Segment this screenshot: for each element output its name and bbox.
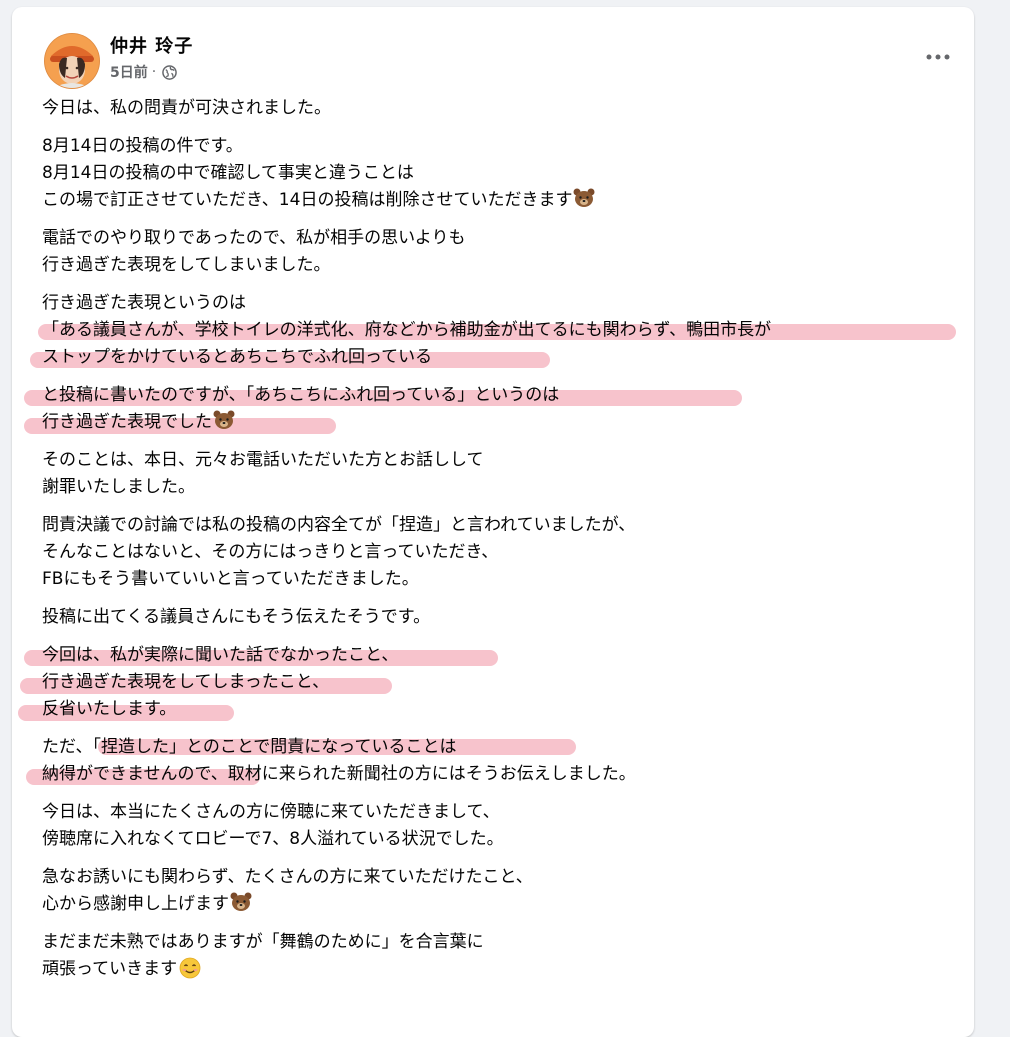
text-line: 8月14日の投稿の中で確認して事実と違うことは [42,163,414,183]
text-line: 今日は、本当にたくさんの方に傍聴に来ていただきまして、 [42,802,500,822]
text-line: 行き過ぎた表現でした [42,409,972,436]
paragraph: と投稿に書いたのですが、「あちこちにふれ回っている」というのは 行き過ぎた表現で… [24,382,972,436]
text-line: ストップをかけているとあちこちでふれ回っている [42,347,433,367]
text-line: そんなことはないと、その方にはっきりと言っていただき、 [42,542,499,562]
text-line: 傍聴席に入れなくてロビーで7、8人溢れている状況でした。 [42,829,504,849]
text-line: FBにもそう書いていいと言っていただきました。 [42,569,419,589]
text-line: まだまだ未熟ではありますが「舞鶴のために」を合言葉に [42,932,484,952]
paragraph: 今日は、私の問責が可決されました。 [42,95,972,122]
text-line: 8月14日の投稿の件です。 [42,136,243,156]
text-line: 反省いたします。 [42,699,177,719]
text-line: 今回は、私が実際に聞いた話でなかったこと、 [42,645,399,665]
post-meta: 5日前 · [110,62,178,82]
text-line: 頑張っていきます [42,956,972,983]
paragraph: 問責決議での討論では私の投稿の内容全てが「捏造」と言われていましたが、 そんなこ… [42,512,972,593]
text-line: この場で訂正させていただき、14日の投稿は削除させていただきます [42,187,972,214]
text-line: 行き過ぎた表現というのは [42,293,246,313]
paragraph: 投稿に出てくる議員さんにもそう伝えたそうです。 [42,604,972,631]
text-line: 電話でのやり取りであったので、私が相手の思いよりも [42,228,466,248]
bear-face-emoji [213,410,235,430]
author-name[interactable]: 仲井 玲子 [110,32,193,58]
text-line-content: 心から感謝申し上げます [42,894,229,914]
paragraph: 今回は、私が実際に聞いた話でなかったこと、 行き過ぎた表現をしてしまったこと、 … [18,642,972,723]
text-line: 行き過ぎた表現をしてしまいました。 [42,255,331,275]
more-options-icon[interactable] [918,39,958,75]
text-line-content: 頑張っていきます [42,959,178,979]
post-body: 今日は、私の問責が可決されました。 8月14日の投稿の件です。 8月14日の投稿… [18,95,972,994]
paragraph: 8月14日の投稿の件です。 8月14日の投稿の中で確認して事実と違うことは この… [42,133,972,214]
post-time[interactable]: 5日前 [110,62,148,82]
text-line: 行き過ぎた表現をしてしまったこと、 [42,672,330,692]
text-line: 問責決議での討論では私の投稿の内容全てが「捏造」と言われていましたが、 [42,515,636,535]
text-line: 謝罪いたしました。 [42,477,195,497]
bear-face-emoji [230,892,252,912]
paragraph: 行き過ぎた表現というのは 「ある議員さんが、学校トイレの洋式化、府などから補助金… [30,290,972,371]
bear-face-emoji [573,188,595,208]
text-line: 「ある議員さんが、学校トイレの洋式化、府などから補助金が出てるにも関わらず、鴨田… [42,320,772,340]
paragraph: 電話でのやり取りであったので、私が相手の思いよりも 行き過ぎた表現をしてしまいま… [42,225,972,279]
post-card: 仲井 玲子 5日前 · 今日は、私の問責が可決されました。 8月14日の投稿の件… [12,7,974,1037]
paragraph: 今日は、本当にたくさんの方に傍聴に来ていただきまして、 傍聴席に入れなくてロビー… [42,799,972,853]
text-line: 投稿に出てくる議員さんにもそう伝えたそうです。 [42,607,431,627]
text-line: 今日は、私の問責が可決されました。 [42,98,331,118]
smiling-face-emoji [179,957,201,979]
text-line: 心から感謝申し上げます [42,891,972,918]
text-line-content: この場で訂正させていただき、14日の投稿は削除させていただきます [42,190,573,210]
paragraph: まだまだ未熟ではありますが「舞鶴のために」を合言葉に 頑張っていきます [42,929,972,983]
paragraph: ただ、「捏造した」とのことで問責になっていることは 納得ができませんので、取材に… [26,734,972,788]
meta-separator: · [151,64,157,80]
globe-icon[interactable] [162,64,178,80]
text-line-content: 行き過ぎた表現でした [42,412,212,432]
paragraph: 急なお誘いにも関わらず、たくさんの方に来ていただけたこと、 心から感謝申し上げま… [42,864,972,918]
text-line: 急なお誘いにも関わらず、たくさんの方に来ていただけたこと、 [42,867,533,887]
text-line: ただ、「捏造した」とのことで問責になっていることは [42,737,457,757]
text-line: 納得ができませんので、取材に来られた新聞社の方にはそうお伝えしました。 [42,764,636,784]
text-line: と投稿に書いたのですが、「あちこちにふれ回っている」というのは [42,385,560,405]
paragraph: そのことは、本日、元々お電話いただいた方とお話しして 謝罪いたしました。 [42,447,972,501]
avatar[interactable] [44,33,100,89]
text-line: そのことは、本日、元々お電話いただいた方とお話しして [42,450,484,470]
